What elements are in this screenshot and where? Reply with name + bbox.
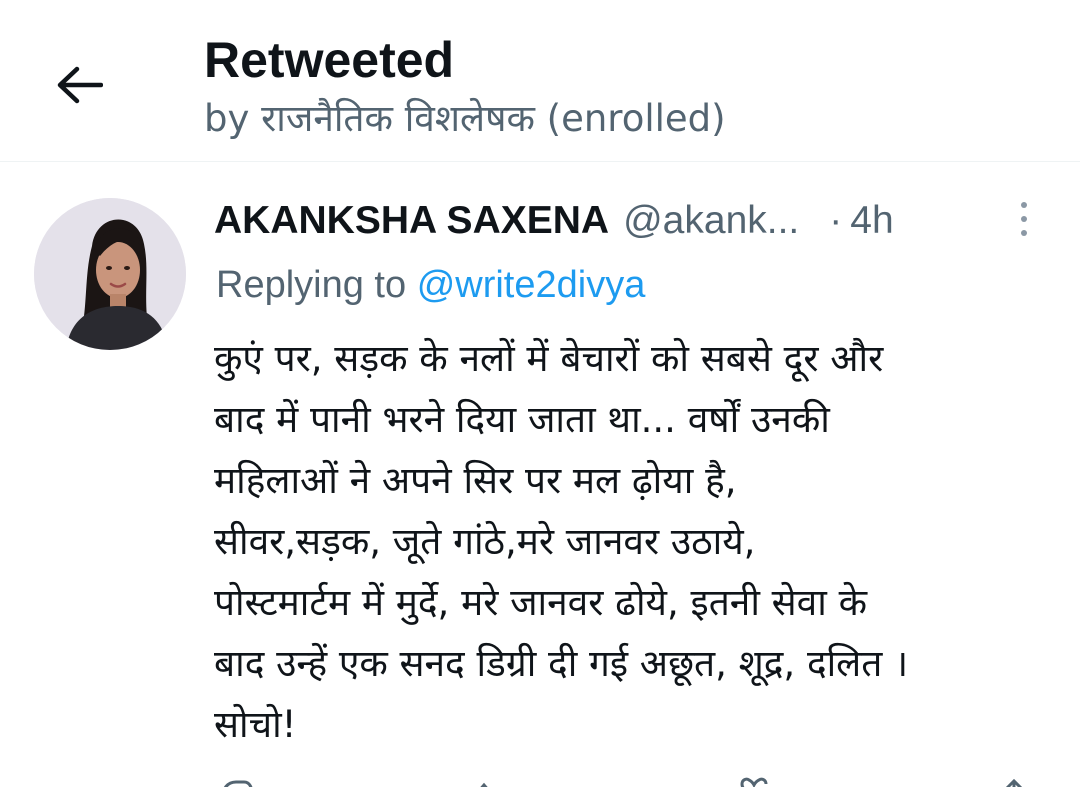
tweet-text-line: पोस्टमार्टम में मुर्दे, मरे जानवर ढोये, … bbox=[214, 581, 868, 624]
tweet-text-line: बाद उन्हें एक सनद डिग्री दी गई अछूत, शूद… bbox=[214, 642, 909, 685]
tweet-actions bbox=[214, 772, 1034, 787]
retweet-button[interactable] bbox=[474, 772, 514, 787]
arrow-left-icon bbox=[57, 66, 103, 104]
share-icon bbox=[1005, 778, 1023, 787]
profile-photo bbox=[34, 198, 186, 350]
tweet-text-line: महिलाओं ने अपने सिर पर मल ढ़ोया है, bbox=[214, 459, 737, 502]
reply-button[interactable] bbox=[214, 772, 254, 787]
replying-to-mention[interactable]: @write2divya bbox=[417, 264, 646, 306]
like-button[interactable] bbox=[734, 772, 774, 787]
page-subtitle: by राजनैतिक विशलेषक (enrolled) bbox=[204, 97, 726, 140]
tweet-text-line: कुएं पर, सड़क के नलों में बेचारों को सबस… bbox=[214, 337, 884, 380]
more-vertical-icon-dot bbox=[1021, 216, 1027, 222]
author-name[interactable]: AKANKSHA SAXENA bbox=[214, 199, 609, 243]
tweet-text: कुएं पर, सड़क के नलों में बेचारों को सबस… bbox=[214, 328, 1064, 755]
reply-icon bbox=[223, 780, 253, 787]
tweet-timestamp[interactable]: 4h bbox=[850, 199, 893, 243]
replying-to-label: Replying to bbox=[216, 264, 407, 306]
tweet-text-line: बाद में पानी भरने दिया जाता था... वर्षों… bbox=[214, 398, 830, 441]
avatar[interactable] bbox=[34, 198, 186, 350]
tweet-text-line: सोचो! bbox=[214, 703, 297, 746]
more-vertical-icon-dot bbox=[1021, 230, 1027, 236]
replying-to-line: Replying to @write2divya bbox=[216, 262, 645, 308]
more-vertical-icon bbox=[1021, 202, 1027, 208]
page-title: Retweeted bbox=[204, 32, 455, 88]
tweet-text-line: सीवर,सड़क, जूते गांठे,मरे जानवर उठाये, bbox=[214, 520, 756, 563]
page-header: Retweeted by राजनैतिक विशलेषक (enrolled) bbox=[0, 0, 1080, 162]
tweet-header: AKANKSHA SAXENA @akank... · 4h bbox=[214, 195, 894, 247]
author-handle[interactable]: @akank... bbox=[623, 199, 799, 243]
share-button[interactable] bbox=[994, 772, 1034, 787]
retweet-icon bbox=[480, 782, 488, 787]
back-button[interactable] bbox=[52, 58, 106, 112]
like-icon bbox=[740, 777, 768, 787]
more-options-button[interactable] bbox=[1008, 198, 1040, 240]
separator-dot: · bbox=[829, 199, 843, 242]
